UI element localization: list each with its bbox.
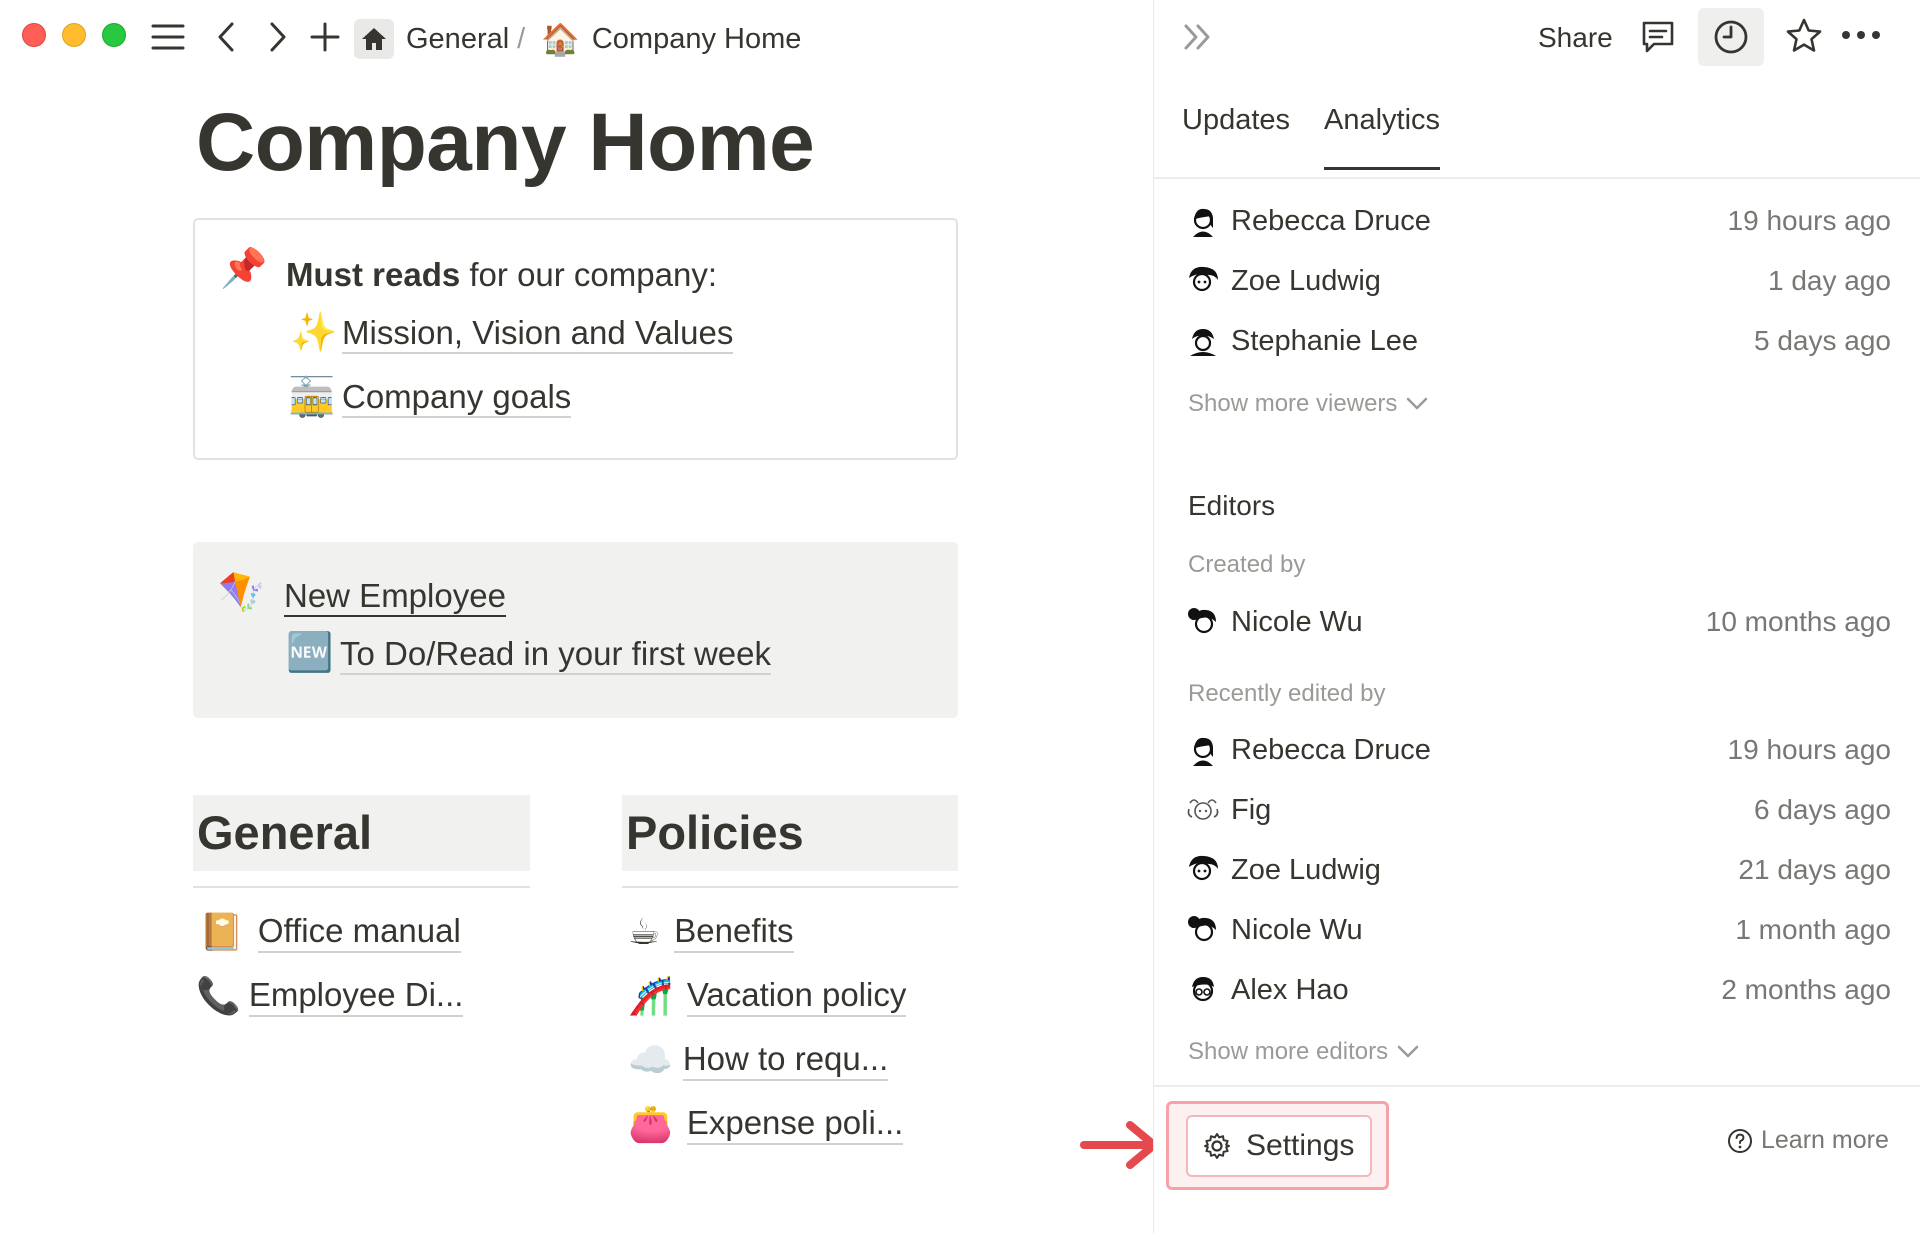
menu-icon[interactable] [150,22,186,52]
avatar [1193,208,1213,237]
roller-coaster-icon: 🎢 [628,975,673,1016]
avatar [1192,977,1214,1002]
viewer-row[interactable]: Zoe Ludwig 1 day ago [1186,258,1891,304]
tab-updates[interactable]: Updates [1182,104,1290,170]
analytics-panel: Share Updates Analytics Rebecca Druce 19… [1153,0,1920,1233]
settings-label: Settings [1246,1129,1355,1162]
creator-row[interactable]: Nicole Wu 10 months ago [1186,599,1891,645]
home-icon[interactable] [354,19,394,59]
footer-divider [1154,1085,1920,1087]
policies-divider [622,886,958,888]
avatar [1187,799,1219,820]
zoom-window-button[interactable] [102,23,126,47]
editors-heading: Editors [1188,490,1276,521]
editor-row[interactable]: Rebecca Druce 19 hours ago [1186,727,1891,773]
mission-link[interactable]: Mission, Vision and Values [342,313,734,354]
coffee-icon: ☕ [628,911,661,952]
purse-icon: 👛 [628,1103,673,1144]
avatar [1188,608,1216,634]
first-week-link[interactable]: To Do/Read in your first week [340,634,772,675]
avatar [1190,329,1216,356]
must-reads-heading: Must reads for our company: [286,255,717,295]
breadcrumb: General / 🏠 Company Home [354,18,801,60]
kite-icon[interactable]: 🪁 [218,574,265,612]
comments-icon[interactable] [1639,18,1677,56]
expense-policy-link[interactable]: 👛 Expense poli... [628,1100,904,1148]
show-more-viewers[interactable]: Show more viewers [1188,390,1429,418]
editor-row[interactable]: Zoe Ludwig 21 days ago [1186,847,1891,893]
gear-icon [1204,1133,1230,1159]
panel-tabs: Updates Analytics [1182,104,1441,170]
notebook-icon: 📔 [199,911,244,952]
learn-more-label[interactable]: Learn more [1761,1126,1889,1155]
close-window-button[interactable] [22,23,46,47]
clock-icon [1714,20,1748,54]
breadcrumb-separator: / [517,22,526,55]
learn-more-link[interactable]: Learn more [1727,1126,1889,1155]
company-goals-link[interactable]: Company goals [342,377,572,418]
avatar [1189,855,1218,881]
more-options-icon[interactable] [1840,28,1882,42]
telephone-icon: 📞 [196,975,241,1016]
tab-analytics[interactable]: Analytics [1324,104,1441,170]
avatar [1193,737,1213,766]
breadcrumb-current[interactable]: Company Home [592,23,802,56]
chevron-down-icon [1407,397,1428,410]
house-icon: 🏠 [541,21,580,57]
editor-row[interactable]: Fig 6 days ago [1186,787,1891,833]
how-to-request-link[interactable]: ☁️ How to requ... [628,1036,889,1084]
general-divider [193,886,530,888]
forward-arrow-icon[interactable] [264,20,290,54]
new-employee-callout [193,542,958,718]
tram-icon: 🚋 [288,377,336,419]
pushpin-icon[interactable]: 📌 [220,250,267,288]
policies-heading[interactable]: Policies [622,795,958,871]
employee-directory-link[interactable]: 📞 Employee Di... [196,972,464,1020]
general-heading[interactable]: General [193,795,530,871]
created-by-label: Created by [1188,551,1306,578]
back-arrow-icon[interactable] [214,20,240,54]
editor-row[interactable]: Nicole Wu 1 month ago [1186,907,1891,953]
settings-button[interactable]: Settings [1186,1115,1372,1177]
vacation-policy-link[interactable]: 🎢 Vacation policy [628,972,907,1020]
updates-history-button[interactable] [1698,8,1764,66]
tabs-divider [1154,177,1920,179]
new-employee-link[interactable]: New Employee [284,576,506,617]
favorite-star-icon[interactable] [1784,16,1824,56]
viewer-row[interactable]: Rebecca Druce 19 hours ago [1186,198,1891,244]
cloud-icon: ☁️ [628,1039,673,1080]
chevron-down-icon [1397,1045,1419,1058]
editor-row[interactable]: Alex Hao 2 months ago [1186,967,1891,1013]
page-title[interactable]: Company Home [196,97,815,188]
help-circle-icon [1728,1128,1752,1153]
must-reads-bold: Must reads [286,256,461,293]
avatar [1188,916,1216,942]
new-badge-icon: 🆕 [286,632,334,674]
benefits-link[interactable]: ☕ Benefits [628,908,794,956]
show-more-editors[interactable]: Show more editors [1188,1038,1420,1066]
collapse-panel-icon[interactable] [1182,22,1216,52]
must-reads-rest: for our company: [460,256,717,293]
avatar [1189,266,1218,292]
minimize-window-button[interactable] [62,23,86,47]
recently-edited-label: Recently edited by [1188,680,1386,707]
viewer-row[interactable]: Stephanie Lee 5 days ago [1186,318,1891,364]
sparkles-icon: ✨ [290,312,338,354]
share-button[interactable]: Share [1530,18,1621,58]
office-manual-link[interactable]: 📔 Office manual [199,908,461,956]
breadcrumb-parent[interactable]: General [406,23,509,56]
new-page-plus-icon[interactable] [309,21,341,53]
